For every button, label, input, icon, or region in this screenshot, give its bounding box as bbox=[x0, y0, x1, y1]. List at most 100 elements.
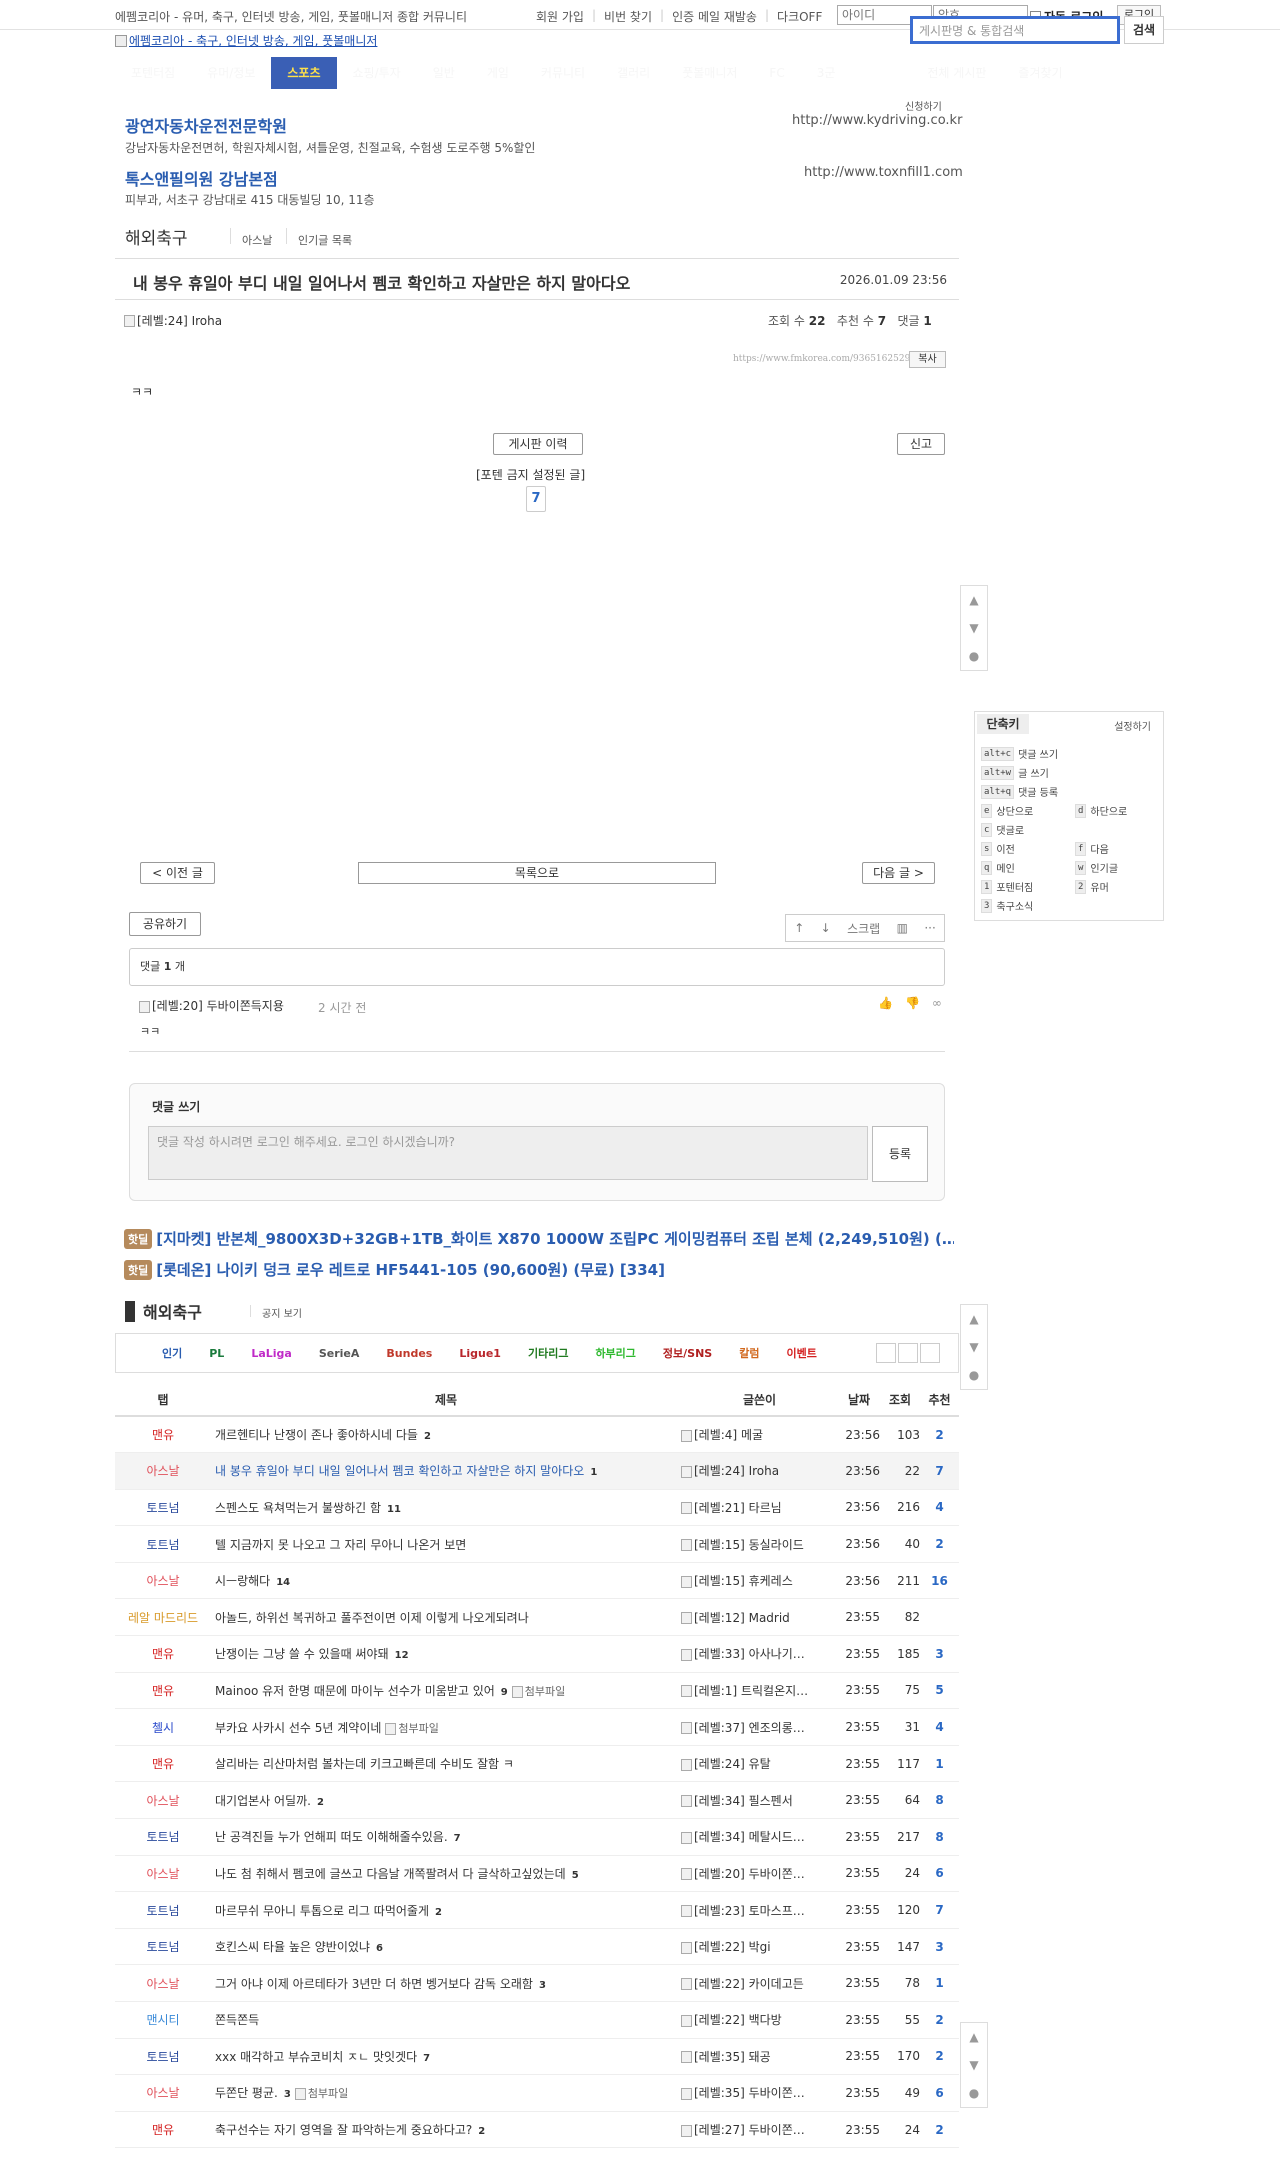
scroll-top-icon[interactable]: ▲ bbox=[961, 1305, 987, 1333]
ad-title[interactable]: 톡스앤필의원 강남본점 bbox=[125, 166, 278, 190]
menu-item-shopping[interactable]: 쇼핑/투자 bbox=[337, 56, 417, 90]
table-row[interactable]: 아스날 내 봉우 휴일아 부디 내일 일어나서 펨코 확인하고 자살만은 하지 말… bbox=[115, 1452, 959, 1490]
row-author[interactable]: [레벨:20] 두바이쫀… bbox=[681, 1855, 838, 1893]
row-category[interactable]: 맨시티 bbox=[115, 2001, 211, 2039]
row-title[interactable]: 대기업본사 어딜까. 2 bbox=[211, 1781, 681, 1820]
post-link[interactable]: 내 봉우 휴일아 부디 내일 일어나서 펨코 확인하고 자살만은 하지 말아다오 bbox=[215, 1464, 584, 1478]
site-logo[interactable]: 에펨코리아 - 축구, 인터넷 방송, 게임, 풋볼매니저 bbox=[115, 32, 377, 49]
table-row[interactable]: 레알 마드리드 아놀드, 하위선 복귀하고 풀주전이면 이제 이렇게 나오게되려나… bbox=[115, 1598, 959, 1637]
post-url[interactable]: https://www.fmkorea.com/9365162529 bbox=[733, 354, 910, 364]
table-row[interactable]: 아스날 시ㅡ랑해다 14 [레벨:15] 휴케레스 23:56 211 16 bbox=[115, 1562, 959, 1600]
post-link[interactable]: 쫀득쫀득 bbox=[215, 2013, 259, 2027]
post-link[interactable]: 호킨스씨 타율 높은 양반이었냐 bbox=[215, 1940, 370, 1954]
row-title[interactable]: xxx 매각하고 부슈코비치 ㅈㄴ 맛잇겟다 7 bbox=[211, 2038, 681, 2076]
share-button[interactable]: 공유하기 bbox=[129, 912, 201, 936]
category-tab[interactable]: Ligue1 bbox=[459, 1347, 501, 1360]
board-category-link[interactable]: 아스날 bbox=[242, 232, 272, 248]
table-row[interactable]: 맨유 개르헨티나 난쟁이 존나 좋아하시네 다들 2 [레벨:4] 메굴 23:56 10… bbox=[115, 1416, 959, 1454]
row-category[interactable]: 토트넘 bbox=[115, 1891, 211, 1929]
menu-item-humor[interactable]: 유머/정보 bbox=[191, 56, 271, 90]
category-tab[interactable]: SerieA bbox=[319, 1347, 360, 1360]
find-password-link[interactable]: 비번 찾기 bbox=[604, 8, 652, 25]
menu-item-gallery[interactable]: 갤러리 bbox=[601, 56, 666, 90]
menu-item-fm[interactable]: 풋볼매니저 bbox=[666, 56, 753, 90]
row-author[interactable]: [레벨:27] 두바이쫀… bbox=[681, 2111, 838, 2149]
hotdeal-item[interactable]: 핫딜 [롯데온] 나이키 덩크 로우 레트로 HF5441-105 (90,600… bbox=[124, 1259, 665, 1280]
post-link[interactable]: 스펜스도 욕쳐먹는거 불쌍하긴 함 bbox=[215, 1501, 381, 1515]
comment-icon[interactable]: ● bbox=[961, 1361, 987, 1389]
menu-item-fc[interactable]: FC bbox=[753, 56, 800, 90]
row-author[interactable]: [레벨:37] 엔조의롱… bbox=[681, 1708, 838, 1746]
list-board-title[interactable]: 해외축구 bbox=[125, 1299, 202, 1323]
shortcut-settings-link[interactable]: 설정하기 bbox=[1114, 718, 1151, 733]
ad-url[interactable]: http://www.kydriving.co.kr bbox=[792, 113, 962, 128]
board-history-button[interactable]: 게시판 이력 bbox=[493, 433, 583, 455]
thumbs-down-icon[interactable]: 👎 bbox=[905, 996, 920, 1010]
row-category[interactable]: 아스날 bbox=[115, 1855, 211, 1893]
row-title[interactable]: 스펜스도 욕쳐먹는거 불쌍하긴 함 11 bbox=[211, 1489, 681, 1527]
row-author[interactable]: [레벨:35] 두바이쫀… bbox=[681, 2074, 838, 2112]
menu-item-all-boards[interactable]: 전체 게시판 bbox=[911, 56, 1002, 90]
row-author[interactable]: [레벨:24] Iroha bbox=[681, 1452, 838, 1490]
ad-request-link[interactable]: 신청하기 bbox=[905, 98, 942, 113]
row-title[interactable]: 호킨스씨 타율 높은 양반이었냐 6 bbox=[211, 1928, 681, 1966]
notice-toggle[interactable]: 공지 보기 bbox=[262, 1305, 302, 1320]
category-tab[interactable]: 정보/SNS bbox=[663, 1345, 712, 1361]
row-title[interactable]: 개르헨티나 난쟁이 존나 좋아하시네 다들 2 bbox=[211, 1416, 681, 1454]
row-category[interactable]: 토트넘 bbox=[115, 1489, 211, 1527]
table-row[interactable]: 토트넘 난 공격진들 누가 언해피 떠도 이해해줄수있음. 7 [레벨:34] 메탈시… bbox=[115, 1818, 959, 1856]
row-category[interactable]: 아스날 bbox=[115, 1964, 211, 2002]
row-category[interactable]: 맨유 bbox=[115, 2111, 211, 2149]
table-row[interactable]: 맨유 살리바는 리산마처럼 볼차는데 키크고빠른데 수비도 잘함 ㅋ [레벨:24]… bbox=[115, 1745, 959, 1783]
post-link[interactable]: 아놀드, 하위선 복귀하고 풀주전이면 이제 이렇게 나오게되려나 bbox=[215, 1611, 529, 1625]
row-title[interactable]: 내 봉우 휴일아 부디 내일 일어나서 펨코 확인하고 자살만은 하지 말아다오… bbox=[211, 1452, 681, 1490]
menu-item-general[interactable]: 일반 bbox=[417, 56, 471, 90]
row-title[interactable]: 축구선수는 자기 영역을 잘 파악하는게 중요하다고? 2 bbox=[211, 2111, 681, 2149]
table-row[interactable]: 토트넘 호킨스씨 타율 높은 양반이었냐 6 [레벨:22] 박gi 23:55 147 3 bbox=[115, 1928, 959, 1966]
comment-author[interactable]: [레벨:20] 두바이쫀득지용 bbox=[139, 997, 284, 1014]
row-category[interactable]: 아스날 bbox=[115, 1452, 211, 1490]
table-row[interactable]: 맨유 축구선수는 자기 영역을 잘 파악하는게 중요하다고? 2 [레벨:27] 두바… bbox=[115, 2111, 959, 2149]
row-category[interactable]: 토트넘 bbox=[115, 2038, 211, 2076]
post-author[interactable]: [레벨:24] Iroha bbox=[124, 312, 222, 329]
table-row[interactable]: 아스날 대기업본사 어딜까. 2 [레벨:34] 필스펜서 23:55 64 8 bbox=[115, 1781, 959, 1820]
scroll-bottom-icon[interactable]: ▼ bbox=[961, 614, 987, 642]
row-category[interactable]: 맨유 bbox=[115, 1745, 211, 1783]
row-category[interactable]: 맨유 bbox=[115, 1672, 211, 1710]
comment-submit-button[interactable]: 등록 bbox=[872, 1126, 928, 1182]
row-author[interactable]: [레벨:35] 돼공 bbox=[681, 2038, 838, 2076]
table-row[interactable]: 맨시티 쫀득쫀득 [레벨:22] 백다방 23:55 55 2 bbox=[115, 2001, 959, 2039]
link-icon[interactable]: ∞ bbox=[932, 996, 942, 1010]
report-button[interactable]: 신고 bbox=[897, 433, 945, 455]
dropdown-icon[interactable] bbox=[876, 1343, 896, 1363]
post-link[interactable]: 살리바는 리산마처럼 볼차는데 키크고빠른데 수비도 잘함 ㅋ bbox=[215, 1757, 514, 1771]
table-row[interactable]: 아스날 두쫀단 평균. 3 첨부파일 [레벨:35] 두바이쫀… 23:55 49 6 bbox=[115, 2074, 959, 2112]
table-row[interactable]: 맨유 난쟁이는 그냥 쓸 수 있을때 써야돼 12 [레벨:33] 아사나기… 23:5… bbox=[115, 1635, 959, 1673]
row-author[interactable]: [레벨:1] 트릭컬온지… bbox=[681, 1672, 838, 1710]
category-tab[interactable]: 기타리그 bbox=[528, 1345, 568, 1361]
view-mode-icon[interactable] bbox=[898, 1343, 918, 1363]
prev-post-button[interactable]: < 이전 글 bbox=[140, 862, 215, 884]
post-link[interactable]: 난쟁이는 그냥 쓸 수 있을때 써야돼 bbox=[215, 1647, 389, 1661]
row-author[interactable]: [레벨:21] 타르님 bbox=[681, 1489, 838, 1527]
row-title[interactable]: 시ㅡ랑해다 14 bbox=[211, 1562, 681, 1600]
row-author[interactable]: [레벨:22] 박gi bbox=[681, 1928, 838, 1966]
row-title[interactable]: 나도 첨 취해서 펨코에 글쓰고 다음날 개쪽팔려서 다 글삭하고싶었는데 5 bbox=[211, 1855, 681, 1893]
post-link[interactable]: 부카요 사카시 선수 5년 계약이네 bbox=[215, 1721, 381, 1735]
scrap-button[interactable]: 스크랩 bbox=[847, 920, 880, 937]
row-title[interactable]: 난쟁이는 그냥 쓸 수 있을때 써야돼 12 bbox=[211, 1635, 681, 1673]
row-category[interactable]: 토트넘 bbox=[115, 1928, 211, 1966]
popular-list-link[interactable]: 인기글 목록 bbox=[298, 232, 352, 248]
menu-item-game[interactable]: 게임 bbox=[471, 56, 525, 90]
resend-mail-link[interactable]: 인증 메일 재발송 bbox=[672, 8, 757, 25]
row-title[interactable]: 두쫀단 평균. 3 첨부파일 bbox=[211, 2074, 681, 2112]
row-title[interactable]: 살리바는 리산마처럼 볼차는데 키크고빠른데 수비도 잘함 ㅋ bbox=[211, 1745, 681, 1783]
row-author[interactable]: [레벨:15] 휴케레스 bbox=[681, 1562, 838, 1600]
post-link[interactable]: 마르무쉬 무아니 투톱으로 리그 따먹어줄게 bbox=[215, 1904, 429, 1918]
post-link[interactable]: 대기업본사 어딜까. bbox=[215, 1794, 311, 1808]
scroll-bottom-icon[interactable]: ▼ bbox=[961, 1333, 987, 1361]
row-category[interactable]: 아스날 bbox=[115, 1562, 211, 1600]
menu-item-poten[interactable]: 포텐터짐 bbox=[115, 56, 191, 90]
arrow-down-icon[interactable]: ↓ bbox=[821, 921, 831, 935]
hotdeal-item[interactable]: 핫딜 [지마켓] 반본체_9800X3D+32GB+1TB_화이트 X870 10… bbox=[124, 1228, 954, 1249]
